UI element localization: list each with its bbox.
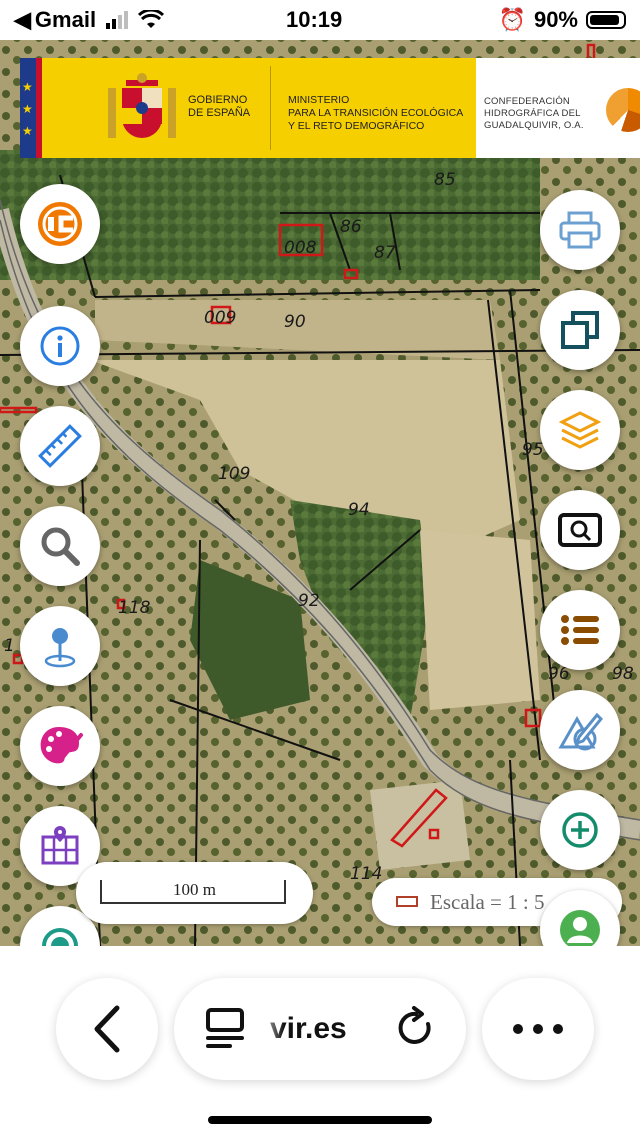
draw-button[interactable]: [540, 690, 620, 770]
confederacion-logo: CONFEDERACIÓN HIDROGRÁFICA DEL GUADALQUI…: [476, 58, 640, 158]
coat-of-arms-icon: [108, 73, 176, 138]
info-button[interactable]: [20, 306, 100, 386]
gov-line2: DE ESPAÑA: [188, 107, 251, 119]
scale-ratio-label: Escala = 1 : 5: [430, 890, 545, 914]
ministry-line1: MINISTERIO: [288, 94, 350, 106]
parcel-label: 118: [118, 598, 151, 618]
battery-percent: 90%: [533, 7, 578, 32]
location-pin-icon: [44, 628, 76, 668]
status-bar: ◀ Gmail 10:19 ⏰ 90%: [0, 0, 640, 40]
location-button[interactable]: [20, 606, 100, 686]
ic-logo-icon: [38, 202, 82, 246]
address-bar[interactable]: vir.es: [174, 978, 466, 1080]
parcel-label: 85: [434, 170, 456, 190]
parcel-label: 87: [374, 243, 396, 263]
parcel-label: 94: [348, 500, 370, 520]
back-arrow-icon: [94, 1005, 120, 1053]
chg-emblem-icon: [606, 88, 640, 132]
browser-back-button[interactable]: [56, 978, 158, 1080]
reload-icon[interactable]: [394, 1006, 438, 1050]
copy-icon: [561, 311, 599, 349]
parcel-label: 86: [340, 217, 362, 237]
ruler-icon: [38, 424, 82, 468]
home-indicator: [208, 1116, 432, 1124]
cellular-signal-icon: [106, 11, 129, 29]
zoom-in-button[interactable]: [540, 790, 620, 870]
parcel-label: 008: [284, 238, 317, 258]
scale-ruler-icon: [396, 896, 418, 907]
battery-icon: [586, 11, 626, 29]
parcel-label: 009: [204, 308, 237, 328]
palette-icon: [40, 727, 83, 764]
browser-toolbar: vir.es: [0, 946, 640, 1136]
chg-line1: CONFEDERACIÓN: [484, 96, 570, 107]
parcel-label: 92: [298, 591, 320, 611]
search-button[interactable]: [20, 506, 100, 586]
layers-button[interactable]: [540, 390, 620, 470]
back-triangle-icon: ◀: [14, 7, 31, 32]
search-icon: [41, 527, 80, 566]
ministry-line2: PARA LA TRANSICIÓN ECOLÓGICA: [288, 107, 464, 119]
info-icon: [40, 326, 80, 366]
battery-level: [590, 15, 619, 25]
more-icon: [513, 1024, 563, 1034]
more-menu-button[interactable]: [482, 978, 594, 1080]
zoom-extent-button[interactable]: [540, 490, 620, 570]
agency-banner: ★ ★ ★ GOBIERNO DE ESPAÑA MINISTERIO PARA…: [20, 58, 640, 158]
ministry-text: MINISTERIO PARA LA TRANSICIÓN ECOLÓGICA …: [288, 94, 463, 133]
reader-icon[interactable]: [204, 1006, 248, 1050]
parcel-label: 95: [522, 440, 544, 460]
style-button[interactable]: [20, 706, 100, 786]
parcel-label: 1: [4, 636, 15, 656]
parcel-label: 114: [350, 864, 383, 884]
legend-list-icon: [561, 615, 599, 645]
map-grid-icon: [41, 826, 79, 865]
ministry-line3: Y EL RETO DEMOGRÁFICO: [288, 120, 425, 132]
ic-logo-button[interactable]: [20, 184, 100, 264]
back-app-label: Gmail: [34, 7, 97, 32]
parcel-label: 98: [612, 664, 634, 684]
layers-icon: [558, 411, 602, 449]
duplicate-button[interactable]: [540, 290, 620, 370]
zoom-in-icon: [562, 812, 598, 848]
zoom-extent-icon: [558, 513, 602, 547]
scale-bar: 100 m: [76, 862, 313, 924]
alarm-icon: ⏰: [498, 7, 526, 32]
print-button[interactable]: [540, 190, 620, 270]
legend-button[interactable]: [540, 590, 620, 670]
chg-line2: HIDROGRÁFICA DEL: [484, 108, 581, 119]
gobierno-text: GOBIERNO DE ESPAÑA: [188, 94, 250, 120]
wifi-icon: [138, 10, 165, 28]
scale-distance-label: 100 m: [173, 880, 216, 899]
clock: 10:19: [286, 7, 343, 32]
eu-spain-flag: ★ ★ ★: [20, 58, 56, 158]
print-icon: [559, 211, 601, 249]
parcel-label: 109: [218, 464, 251, 484]
ministry-logo: GOBIERNO DE ESPAÑA MINISTERIO PARA LA TR…: [56, 58, 476, 158]
divider: [270, 66, 271, 150]
chg-line3: GUADALQUIVIR, O.A.: [484, 120, 584, 131]
gov-line1: GOBIERNO: [188, 94, 248, 106]
measure-button[interactable]: [20, 406, 100, 486]
parcel-label: 90: [284, 312, 306, 332]
url-fade: [254, 998, 284, 1058]
back-to-app[interactable]: ◀ Gmail: [14, 7, 165, 33]
draw-icon: [558, 712, 603, 751]
